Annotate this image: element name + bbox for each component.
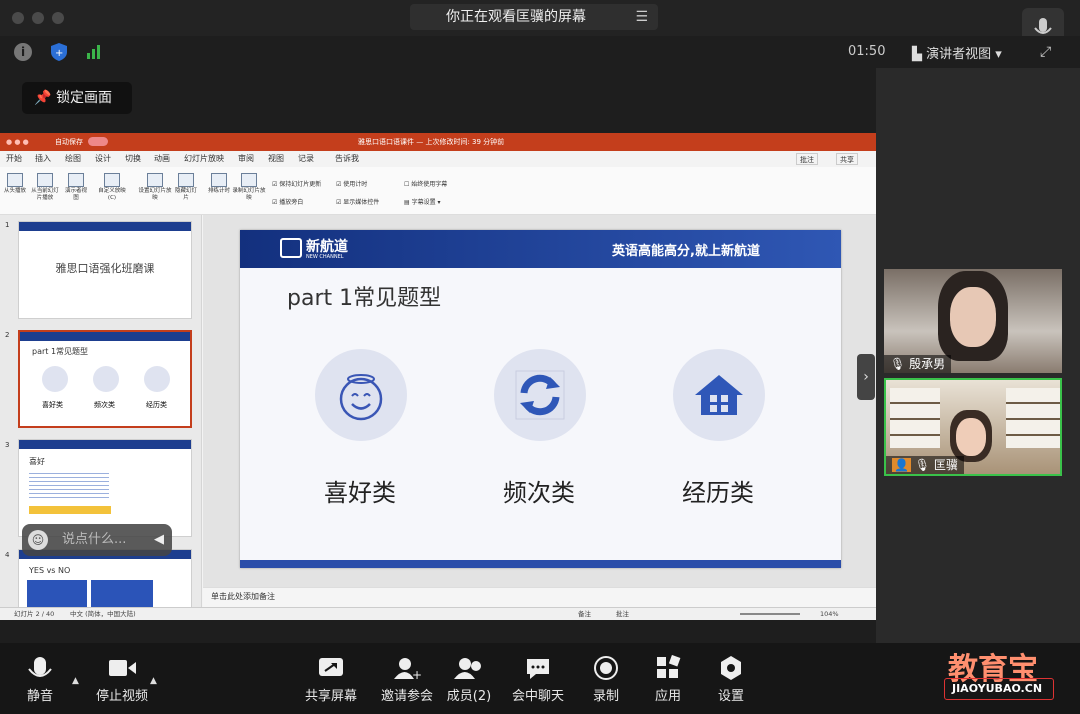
host-icon: 👤 [892, 458, 911, 472]
share-screen-button[interactable]: 共享屏幕 [291, 655, 371, 704]
menu-icon[interactable]: ☰ [635, 4, 648, 30]
mute-button[interactable]: 静音 [0, 655, 80, 704]
show-media-checkbox[interactable]: ☑ 显示媒体控件 [336, 197, 379, 206]
category-hobby: 喜好类 [324, 479, 396, 507]
share-title-text: 你正在观看匡骥的屏幕 [446, 9, 586, 25]
shield-icon[interactable]: + [50, 42, 68, 66]
thumbnail-slide-2[interactable]: part 1常见题型 喜好类 频次类 经历类 [18, 330, 192, 428]
zoom-level: 104% [820, 610, 839, 618]
slide-header-banner: 新航道 NEW CHANNEL 英语高能高分,就上新航道 [240, 230, 841, 268]
ppt-ribbon: 从头播放 从当前幻灯片播放 演示者视图 自定义放映 (C) 设置幻灯片放映 隐藏… [0, 167, 876, 215]
meeting-window: 你正在观看匡骥的屏幕 ☰ i + 01:50 ▙ 演讲者视图 ▾ ⤢ 📌 锁定画… [0, 0, 1080, 714]
signal-icon[interactable] [86, 43, 102, 63]
thumbnail-slide-4[interactable]: YES vs NO [18, 549, 192, 607]
play-narration-checkbox[interactable]: ☑ 播放旁白 [272, 197, 303, 206]
thumbnail-slide-3[interactable]: 喜好 [18, 439, 192, 537]
lock-screen-button[interactable]: 📌 锁定画面 [22, 82, 132, 114]
ppt-title-bar: ● ● ● 自动保存 雅思口语口语课件 — 上次修改时间: 39 分钟前 [0, 133, 876, 151]
participant-name-1: 🎙 殷承男 [884, 355, 952, 373]
share-title-bar[interactable]: 你正在观看匡骥的屏幕 ☰ [410, 4, 658, 30]
settings-button[interactable]: 设置 [691, 655, 771, 704]
tab-animations[interactable]: 动画 [154, 151, 170, 167]
mic-icon: 🎙 [914, 458, 931, 472]
video-options-caret[interactable]: ▲ [150, 676, 157, 686]
custom-show-button[interactable]: 自定义放映 (C) [98, 173, 126, 202]
members-icon [454, 658, 481, 679]
thumbnail-slide-1[interactable]: 雅思口语强化班磨课 [18, 221, 192, 319]
meeting-timer: 01:50 [848, 44, 886, 59]
category-experience: 经历类 [682, 479, 754, 507]
video-tile-participant-1[interactable]: 🎙 殷承男 [884, 269, 1062, 373]
tab-review[interactable]: 审阅 [238, 151, 254, 167]
autosave-toggle[interactable] [88, 137, 108, 146]
comments-toggle[interactable]: 批注 [616, 608, 629, 620]
comment-button[interactable]: 批注 [796, 153, 818, 165]
notes-toggle[interactable]: 备注 [578, 608, 591, 620]
members-button[interactable]: 成员(2) [429, 655, 509, 704]
ppt-ribbon-tabs: 开始 插入 绘图 设计 切换 动画 幻灯片放映 审阅 视图 记录 告诉我 批注 … [0, 151, 876, 169]
speaker-view-dropdown[interactable]: ▙ 演讲者视图 ▾ [912, 43, 1002, 62]
refresh-icon [494, 349, 586, 441]
ppt-file-title: 雅思口语口语课件 — 上次修改时间: 39 分钟前 [358, 138, 505, 146]
setup-show-button[interactable]: 设置幻灯片放映 [138, 173, 172, 202]
logo-icon [280, 238, 302, 258]
mic-icon: 🎙 [890, 357, 906, 371]
use-timing-checkbox[interactable]: ☑ 使用计时 [336, 179, 367, 188]
presenter-view-button[interactable]: 演示者视图 [64, 173, 88, 202]
chat-placeholder: 说点什么... [62, 532, 127, 547]
participant-name-2: 👤 🎙 匡骥 [886, 456, 964, 474]
video-tile-participant-2[interactable]: 👤 🎙 匡骥 [884, 378, 1062, 476]
tab-transitions[interactable]: 切换 [125, 151, 141, 167]
play-from-start-button[interactable]: 从头播放 [4, 173, 26, 195]
notes-pane[interactable]: 单击此处添加备注 [203, 587, 876, 607]
keep-updated-checkbox[interactable]: ☑ 保持幻灯片更新 [272, 179, 321, 188]
ppt-status-bar: 幻灯片 2 / 40 中文 (简体，中国大陆) 备注 批注 104% [0, 607, 876, 620]
tab-record[interactable]: 记录 [298, 151, 314, 167]
gear-icon [721, 656, 741, 680]
svg-text:+: + [412, 668, 422, 681]
share-screen-icon [319, 658, 343, 676]
emoji-icon[interactable]: ☺ [28, 530, 48, 550]
collapse-panel-button[interactable]: › [857, 354, 875, 400]
layout-icon: ▙ [912, 47, 927, 62]
logo-text: 新航道 [306, 239, 348, 255]
tab-view[interactable]: 视图 [268, 151, 284, 167]
tab-draw[interactable]: 绘图 [65, 151, 81, 167]
watermark-logo: 教育宝 JIAOYUBAO.CN [944, 644, 1064, 702]
minimize-window-button[interactable] [32, 12, 44, 24]
tab-design[interactable]: 设计 [95, 151, 111, 167]
category-frequency: 频次类 [503, 479, 575, 507]
current-slide: 新航道 NEW CHANNEL 英语高能高分,就上新航道 part 1常见题型 … [240, 230, 841, 568]
smile-icon [315, 349, 407, 441]
mic-icon [28, 657, 52, 677]
close-window-button[interactable] [12, 12, 24, 24]
collapse-chat-icon[interactable]: ◀ [154, 524, 164, 556]
mute-options-caret[interactable]: ▲ [72, 676, 79, 686]
record-show-button[interactable]: 录制幻灯片放映 [232, 173, 266, 202]
svg-text:+: + [55, 48, 63, 59]
share-ppt-button[interactable]: 共享 [836, 153, 858, 165]
tab-insert[interactable]: 插入 [35, 151, 51, 167]
zoom-slider[interactable] [740, 613, 800, 615]
tab-tell-me[interactable]: 告诉我 [335, 151, 359, 167]
maximize-window-button[interactable] [52, 12, 64, 24]
chat-input-bubble[interactable]: ☺ 说点什么... ◀ [22, 524, 172, 556]
play-from-current-button[interactable]: 从当前幻灯片播放 [30, 173, 60, 202]
home-icon [673, 349, 765, 441]
tab-home[interactable]: 开始 [6, 151, 22, 167]
slide-title: part 1常见题型 [287, 286, 442, 311]
fullscreen-icon[interactable]: ⤢ [1040, 44, 1051, 60]
slide-footer-band [240, 560, 841, 568]
rehearse-timing-button[interactable]: 排练计时 [208, 173, 230, 195]
slide-slogan: 英语高能高分,就上新航道 [612, 244, 760, 259]
info-icon[interactable]: i [14, 43, 32, 61]
pin-icon: 📌 [34, 90, 52, 106]
subtitle-settings-button[interactable]: ▤ 字幕设置 ▾ [404, 197, 441, 206]
hide-slide-button[interactable]: 隐藏幻灯片 [174, 173, 198, 202]
always-subtitles-checkbox[interactable]: ☐ 始终使用字幕 [404, 179, 447, 188]
